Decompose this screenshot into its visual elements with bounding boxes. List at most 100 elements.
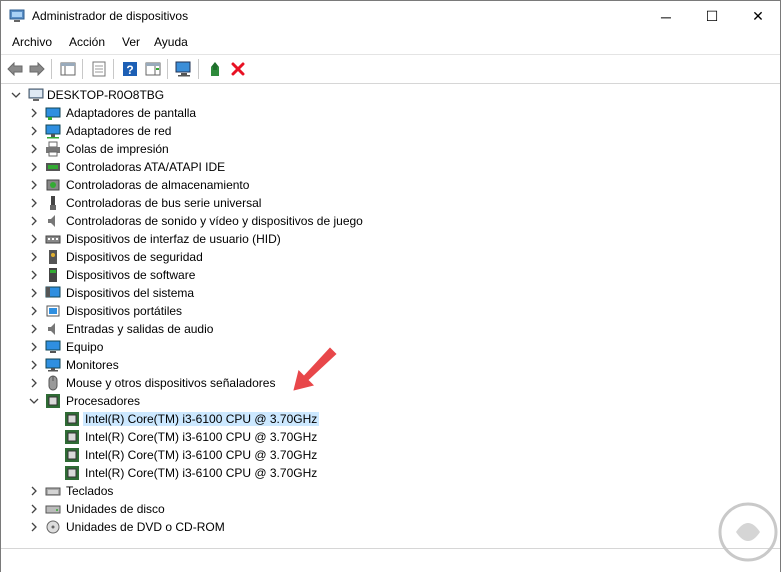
tree-category[interactable]: Entradas y salidas de audio [1, 320, 780, 338]
speaker-icon [48, 215, 55, 227]
processor-icon [46, 394, 60, 408]
tree-category[interactable]: Colas de impresión [1, 140, 780, 158]
tree-root[interactable]: DESKTOP-R0O8TBG [1, 86, 780, 104]
ide-controller-icon [46, 163, 60, 171]
chevron-right-icon[interactable] [27, 106, 41, 120]
tree-category[interactable]: Mouse y otros dispositivos señaladores [1, 374, 780, 392]
update-driver-icon[interactable] [205, 59, 225, 79]
tree-device-label: Intel(R) Core(TM) i3-6100 CPU @ 3.70GHz [85, 448, 318, 462]
menu-bar: Archivo Acción Ver Ayuda [1, 32, 780, 53]
device-manager-icon [9, 9, 25, 22]
action-pane-icon[interactable] [143, 59, 163, 79]
tree-device-label: Intel(R) Core(TM) i3-6100 CPU @ 3.70GHz [85, 466, 318, 480]
tree-category[interactable]: Adaptadores de pantalla [1, 104, 780, 122]
tree-category[interactable]: Dispositivos de interfaz de usuario (HID… [1, 230, 780, 248]
tree-category[interactable]: Dispositivos de seguridad [1, 248, 780, 266]
printer-icon [46, 141, 60, 157]
tree-category-label: Dispositivos de interfaz de usuario (HID… [66, 232, 281, 246]
computer-icon [28, 88, 44, 101]
tree-category[interactable]: Unidades de disco [1, 500, 780, 518]
uninstall-icon[interactable] [228, 59, 248, 79]
tree-category-label: Controladoras de almacenamiento [66, 178, 250, 192]
tree-device-cpu[interactable]: Intel(R) Core(TM) i3-6100 CPU @ 3.70GHz [1, 464, 780, 482]
keyboard-icon [45, 487, 61, 496]
menu-accion[interactable]: Acción [69, 35, 105, 49]
chevron-right-icon[interactable] [27, 484, 41, 498]
tree-category[interactable]: Teclados [1, 482, 780, 500]
minimize-button[interactable]: ─ [643, 1, 689, 32]
tree-category[interactable]: Adaptadores de red [1, 122, 780, 140]
tree-category-label: Dispositivos de seguridad [66, 250, 203, 264]
tree-category-label: Unidades de disco [66, 502, 165, 516]
storage-controller-icon [46, 179, 60, 191]
processor-icon [65, 430, 79, 444]
mouse-icon [48, 375, 58, 391]
tree-category-label: Dispositivos de software [66, 268, 196, 282]
chevron-down-icon[interactable] [27, 394, 41, 408]
computer-icon [45, 340, 61, 353]
tree-category[interactable]: Controladoras de bus serie universal [1, 194, 780, 212]
tree-category-label: Controladoras ATA/ATAPI IDE [66, 160, 226, 174]
tree-category-label: Entradas y salidas de audio [66, 322, 214, 336]
back-icon[interactable] [5, 59, 25, 79]
tree-root-label: DESKTOP-R0O8TBG [47, 88, 165, 102]
tree-category-processors[interactable]: Procesadores [1, 392, 780, 410]
toolbar: ? [1, 54, 780, 84]
tree-category[interactable]: Monitores [1, 356, 780, 374]
close-button[interactable]: ✕ [735, 1, 781, 32]
tree-device-cpu[interactable]: Intel(R) Core(TM) i3-6100 CPU @ 3.70GHz [1, 410, 780, 428]
chevron-right-icon[interactable] [27, 304, 41, 318]
chevron-right-icon[interactable] [27, 340, 41, 354]
chevron-right-icon[interactable] [27, 142, 41, 156]
processor-icon [65, 448, 79, 462]
chevron-right-icon[interactable] [27, 178, 41, 192]
chevron-right-icon[interactable] [27, 268, 41, 282]
device-tree[interactable]: DESKTOP-R0O8TBG Adaptadores de pantalla … [1, 84, 780, 547]
tree-category-label: Controladoras de bus serie universal [66, 196, 262, 210]
tree-category[interactable]: Controladoras de almacenamiento [1, 176, 780, 194]
system-device-icon [45, 286, 61, 298]
portable-device-icon [46, 305, 60, 317]
chevron-right-icon[interactable] [27, 358, 41, 372]
tree-category[interactable]: Unidades de DVD o CD-ROM [1, 518, 780, 536]
menu-ver[interactable]: Ver [122, 35, 140, 49]
chevron-right-icon[interactable] [27, 502, 41, 516]
chevron-right-icon[interactable] [27, 196, 41, 210]
chevron-right-icon[interactable] [27, 214, 41, 228]
tree-category-label: Mouse y otros dispositivos señaladores [66, 376, 276, 390]
computer-scan-icon[interactable] [174, 59, 194, 79]
tree-category[interactable]: Equipo [1, 338, 780, 356]
software-device-icon [49, 268, 57, 282]
chevron-right-icon[interactable] [27, 124, 41, 138]
tree-device-label: Intel(R) Core(TM) i3-6100 CPU @ 3.70GHz [83, 412, 320, 426]
chevron-right-icon[interactable] [27, 250, 41, 264]
svg-text:?: ? [126, 63, 133, 77]
tree-category-label: Controladoras de sonido y vídeo y dispos… [66, 214, 363, 228]
chevron-down-icon[interactable] [9, 88, 23, 102]
tree-category-label: Unidades de DVD o CD-ROM [66, 520, 225, 534]
dvd-drive-icon [46, 520, 60, 534]
menu-archivo[interactable]: Archivo [12, 35, 52, 49]
tree-category[interactable]: Dispositivos de software [1, 266, 780, 284]
tree-category[interactable]: Controladoras de sonido y vídeo y dispos… [1, 212, 780, 230]
tree-category[interactable]: Dispositivos portátiles [1, 302, 780, 320]
menu-ayuda[interactable]: Ayuda [154, 35, 188, 49]
tree-category-label: Procesadores [66, 394, 141, 408]
tree-category-label: Teclados [66, 484, 114, 498]
chevron-right-icon[interactable] [27, 160, 41, 174]
chevron-right-icon[interactable] [27, 376, 41, 390]
tree-category[interactable]: Dispositivos del sistema [1, 284, 780, 302]
maximize-button[interactable]: ☐ [689, 1, 735, 32]
processor-icon [65, 412, 79, 426]
tree-category[interactable]: Controladoras ATA/ATAPI IDE [1, 158, 780, 176]
console-tree-icon[interactable] [89, 59, 109, 79]
chevron-right-icon[interactable] [27, 286, 41, 300]
chevron-right-icon[interactable] [27, 232, 41, 246]
properties-pane-icon[interactable] [58, 59, 78, 79]
help-icon[interactable]: ? [120, 59, 140, 79]
tree-device-cpu[interactable]: Intel(R) Core(TM) i3-6100 CPU @ 3.70GHz [1, 428, 780, 446]
chevron-right-icon[interactable] [27, 322, 41, 336]
chevron-right-icon[interactable] [27, 520, 41, 534]
forward-icon[interactable] [27, 59, 47, 79]
tree-device-cpu[interactable]: Intel(R) Core(TM) i3-6100 CPU @ 3.70GHz [1, 446, 780, 464]
